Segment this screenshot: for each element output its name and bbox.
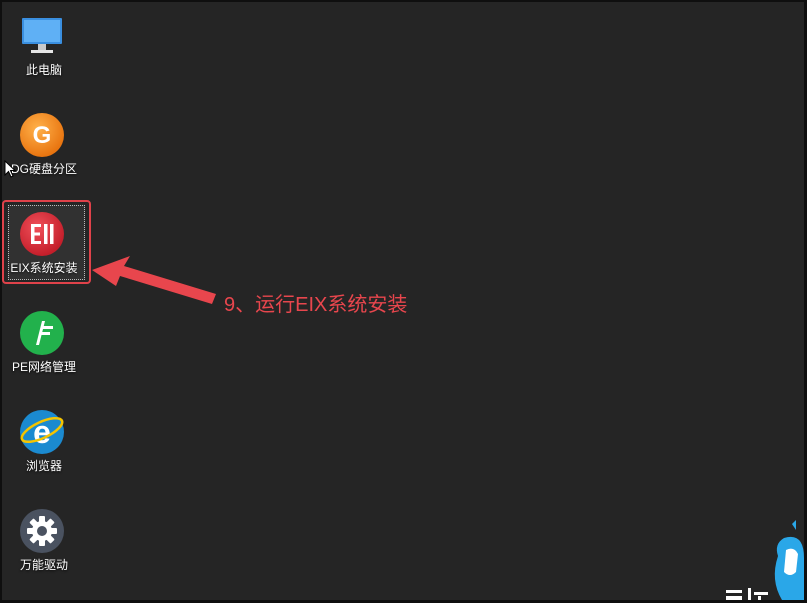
mouse-cursor-icon (4, 160, 16, 178)
svg-text:G: G (33, 122, 52, 149)
network-manager-icon (20, 311, 64, 355)
desktop-icon-this-pc[interactable]: 此电脑 (2, 4, 86, 90)
desktop-icon-universal-driver[interactable]: 万能驱动 (2, 499, 86, 585)
monitor-icon (22, 18, 62, 53)
annotation-arrow-icon (92, 256, 216, 304)
diskgenius-icon: G (20, 113, 64, 157)
eix-installer-icon (20, 212, 64, 256)
desktop-icon-browser[interactable]: e 浏览器 (2, 400, 86, 486)
gear-icon (20, 509, 64, 553)
desktop-icon-network-manager[interactable]: PE网络管理 (2, 301, 86, 387)
internet-explorer-icon: e (20, 410, 64, 454)
annotation-text: 9、运行EIX系统安装 (224, 294, 408, 316)
desktop-icon-eix-installer[interactable]: EIX系统安装 (2, 202, 86, 288)
desktop-icon-label: 此电脑 (25, 63, 62, 77)
desktop-icon-label: PE网络管理 (11, 360, 76, 374)
watermark-logo-icon (726, 520, 804, 600)
desktop-icon-label: EIX系统安装 (10, 261, 78, 275)
desktop-icon-label: 万能驱动 (19, 558, 68, 572)
desktop-icon-label: 浏览器 (25, 459, 62, 473)
desktop: 此电脑 G DG硬盘分区 EIX系统安装 PE网络管理 e 浏览器 万能驱动 9… (2, 2, 804, 600)
